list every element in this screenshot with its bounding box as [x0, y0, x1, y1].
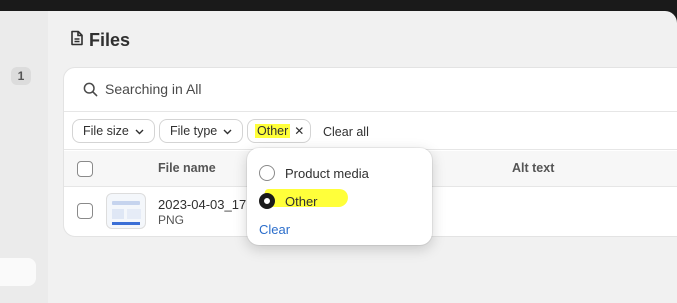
- select-all-checkbox[interactable]: [77, 161, 93, 177]
- product-media-label: Product media: [285, 165, 369, 181]
- other-option-label: Other: [285, 193, 318, 209]
- row-checkbox[interactable]: [77, 203, 93, 219]
- filter-bar: File size File type Other ✕ Clear all: [64, 113, 677, 150]
- file-size-filter-button[interactable]: File size: [72, 119, 155, 143]
- search-icon: [83, 82, 98, 102]
- file-icon: [70, 30, 84, 51]
- search-bar[interactable]: Searching in All: [64, 68, 677, 112]
- sidebar: 1: [0, 11, 48, 303]
- chevron-down-icon: [223, 124, 232, 138]
- file-name-column-header[interactable]: File name: [158, 161, 216, 175]
- chevron-down-icon: [135, 124, 144, 138]
- other-filter-chip[interactable]: Other ✕: [247, 119, 311, 143]
- other-filter-label: Other: [255, 124, 291, 138]
- top-bar-corner: [665, 11, 677, 23]
- file-type-filter-button[interactable]: File type: [159, 119, 243, 143]
- file-type-filter-label: File type: [170, 124, 218, 138]
- product-media-radio[interactable]: [259, 165, 275, 181]
- page-title: Files: [89, 30, 131, 50]
- other-radio[interactable]: [259, 193, 275, 209]
- file-name[interactable]: 2023-04-03_17: [158, 197, 252, 212]
- clear-all-button[interactable]: Clear all: [323, 125, 369, 139]
- product-media-option[interactable]: Product media: [259, 165, 369, 181]
- other-option[interactable]: Other: [259, 193, 318, 209]
- file-type: PNG: [158, 213, 185, 227]
- other-filter-popover: Product media Other Clear: [247, 148, 432, 245]
- top-bar: [0, 0, 677, 11]
- page-header: Files: [70, 30, 130, 51]
- popover-clear-button[interactable]: Clear: [259, 222, 290, 237]
- file-thumbnail[interactable]: [106, 193, 146, 229]
- sidebar-count-badge: 1: [11, 67, 31, 85]
- alt-text-column-header: Alt text: [512, 161, 555, 175]
- search-input[interactable]: Searching in All: [105, 81, 202, 97]
- file-size-filter-label: File size: [83, 124, 129, 138]
- sidebar-active-item[interactable]: [0, 258, 36, 286]
- close-icon[interactable]: ✕: [294, 124, 304, 138]
